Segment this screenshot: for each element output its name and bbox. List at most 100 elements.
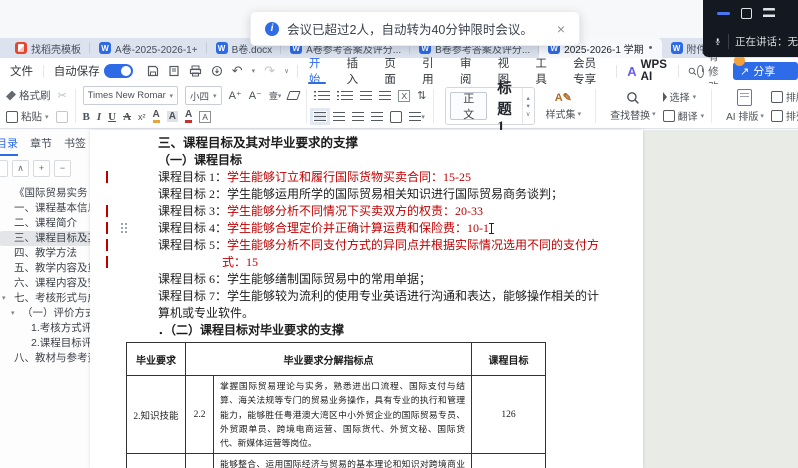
collapse-button[interactable]: ∧	[12, 160, 29, 177]
share-arrow-icon: ↗	[740, 65, 749, 78]
document-body[interactable]: 三、课程目标及其对毕业要求的支撑 （一）课程目标 课程目标 1：学生能够订立和履…	[90, 130, 643, 339]
italic-button[interactable]: I	[97, 111, 101, 123]
export-icon[interactable]	[211, 65, 223, 77]
revision-bar	[106, 205, 108, 217]
increase-indent-button[interactable]	[379, 91, 391, 100]
gallery-more-icon[interactable]: ∨	[526, 111, 531, 118]
tab-toc[interactable]: 目录	[0, 130, 24, 156]
undo-dropdown-icon[interactable]: ▾	[252, 67, 256, 75]
align-left-button[interactable]	[314, 112, 326, 121]
sort-button[interactable]: ⇅	[417, 89, 426, 102]
style-heading1[interactable]: 标题 1	[487, 91, 522, 121]
line-spacing-button[interactable]: ▾	[409, 112, 425, 121]
translate-button[interactable]: 翻译 ▾	[663, 108, 705, 124]
strikethrough-button[interactable]: A	[123, 111, 131, 123]
speaking-status: 正在讲话：无	[735, 34, 798, 49]
highlight-color-button[interactable]: A	[153, 110, 160, 123]
find-replace-button[interactable]: 查找替换▾	[603, 91, 663, 122]
numbered-list-button[interactable]	[341, 91, 353, 100]
close-icon[interactable]: ×	[557, 21, 565, 37]
content-area: 目录 章节 书签 查找和替换 × ∧ + − ✦ AI识别目录 《国际贸易实务（…	[0, 130, 798, 468]
align-right-button[interactable]	[352, 112, 364, 121]
style-gallery-scroll[interactable]: ▴ ▾ ∨	[522, 88, 534, 124]
restore-icon[interactable]	[741, 8, 752, 19]
menu-page[interactable]: 页面	[373, 58, 411, 84]
doc-subheading-2: ．（二）课程目标对毕业要求的支撑	[158, 322, 608, 339]
undo-icon[interactable]: ↶	[232, 63, 243, 79]
printer-icon[interactable]	[189, 65, 202, 77]
table-row: 2.知识技能 2.2 掌握国际贸易理论与实务，熟悉进出口流程、国际支付与结算、海…	[127, 376, 546, 454]
prev-heading-button[interactable]	[0, 160, 8, 177]
course-objective-5: 课程目标 5：学生能够分析不同支付方式的异同点并根据实际情况选用不同的支付方式：…	[158, 237, 608, 271]
font-name-select[interactable]: Times New Romar ▾	[83, 86, 179, 105]
menubar: 文件 自动保存 ↶▾ ↷ ∨ 开始 插入 页面 引用 审阅 视图 工具 会员专享…	[0, 58, 798, 84]
distribute-button[interactable]	[390, 111, 402, 123]
layout-list-icon[interactable]	[763, 8, 775, 18]
char-shading-button[interactable]: A	[167, 111, 178, 122]
menu-insert[interactable]: 插入	[336, 58, 374, 84]
word-doc-icon: W	[671, 42, 683, 54]
select-button[interactable]: 选择 ▾	[663, 89, 705, 105]
expand-all-button[interactable]: +	[33, 160, 50, 177]
minimize-icon[interactable]	[717, 12, 730, 15]
save-icon[interactable]	[147, 65, 159, 77]
col-header-requirement: 毕业要求	[127, 343, 186, 376]
char-border-button[interactable]: A	[199, 111, 211, 123]
menu-references[interactable]: 引用	[411, 58, 449, 84]
table-row: 3.职业能力 3.1 能够整合、运用国际经济与贸易的基本理论和知识对跨境商业活动…	[127, 454, 546, 468]
print-preview-icon[interactable]	[168, 65, 180, 77]
qat-more-icon[interactable]: ∨	[284, 67, 289, 75]
toast-message: 会议已超过2人，自动转为40分钟限时会议。	[287, 19, 533, 38]
menu-file[interactable]: 文件	[0, 63, 43, 79]
layout-button[interactable]: 排版 ▾	[771, 89, 798, 105]
tab-docer-templates[interactable]: 找稻壳模板	[6, 38, 90, 58]
format-painter-button[interactable]: 格式刷	[6, 88, 51, 103]
menu-wps-ai[interactable]: A WPS AI	[616, 58, 678, 84]
text-cursor	[491, 223, 492, 234]
underline-button[interactable]: U	[108, 111, 116, 123]
tab-chapters[interactable]: 章节	[24, 130, 58, 156]
scroll-down-icon[interactable]: ▾	[526, 103, 531, 110]
course-objective-2: 课程目标 2：学生能够运用所学的国际贸易相关知识进行国际贸易商务谈判；	[158, 186, 608, 203]
style-normal[interactable]: 正文	[450, 92, 487, 120]
paragraph-drag-handle[interactable]	[120, 222, 128, 234]
share-label: 分享	[753, 63, 775, 79]
collapse-all-button[interactable]: −	[54, 160, 71, 177]
superscript-button[interactable]: x²	[138, 112, 146, 122]
font-color-button[interactable]: A	[185, 110, 192, 123]
tab-doc-a[interactable]: W A卷-2025-2026-1+	[90, 38, 207, 58]
col-header-indicator: 毕业要求分解指标点	[186, 343, 472, 376]
shrink-font-button[interactable]: A⁻	[249, 89, 262, 102]
revision-bar	[106, 222, 108, 234]
search-icon[interactable]	[688, 65, 697, 78]
tab-bookmarks[interactable]: 书签	[58, 130, 92, 156]
microphone-icon[interactable]	[715, 34, 721, 49]
layout-icon	[771, 91, 783, 103]
style-set-button[interactable]: A✎ 样式集▾	[539, 91, 589, 121]
cut-icon: ✂	[58, 89, 67, 102]
arrange-button[interactable]: 排列 ▾	[771, 108, 798, 124]
bullet-list-button[interactable]	[318, 91, 330, 100]
font-size-select[interactable]: 小四 ▾	[185, 86, 222, 105]
grow-font-button[interactable]: A⁺	[229, 89, 242, 102]
document-page[interactable]: 三、课程目标及其对毕业要求的支撑 （一）课程目标 课程目标 1：学生能够订立和履…	[90, 130, 643, 468]
align-justify-button[interactable]	[371, 112, 383, 121]
chevron-down-icon[interactable]: ▾	[11, 306, 15, 321]
clear-format-icon[interactable]	[287, 91, 301, 100]
bold-button[interactable]: B	[83, 111, 90, 123]
menu-review[interactable]: 审阅	[449, 58, 487, 84]
decrease-indent-button[interactable]	[360, 91, 372, 100]
doc-subheading-1: （一）课程目标	[158, 152, 608, 169]
autosave-toggle[interactable]	[104, 64, 133, 78]
docer-icon	[15, 42, 27, 54]
menu-tools[interactable]: 工具	[524, 58, 562, 84]
scroll-up-icon[interactable]: ▴	[526, 95, 531, 102]
text-tools-button[interactable]: 壹 ▾	[269, 89, 282, 102]
chevron-down-icon[interactable]: ▾	[2, 291, 6, 306]
menu-home[interactable]: 开始	[298, 58, 336, 84]
text-layout-button[interactable]: X	[398, 90, 410, 102]
menu-member[interactable]: 会员专享	[562, 58, 616, 84]
ai-layout-button[interactable]: AI 排版▾	[719, 89, 771, 123]
paste-button[interactable]: 粘贴 ▾	[6, 109, 49, 124]
align-center-button[interactable]	[333, 112, 345, 121]
